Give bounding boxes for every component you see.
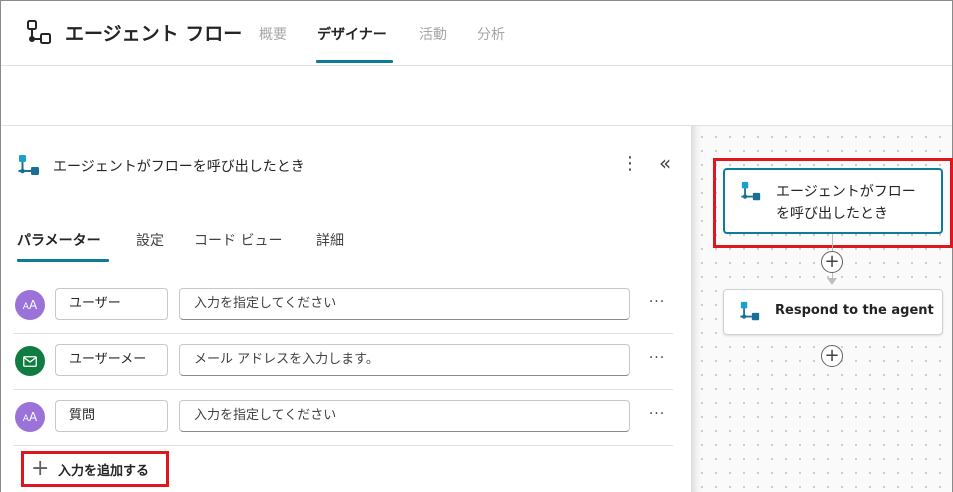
- plus-icon: +: [31, 456, 50, 481]
- input-row-user: AA ユーザー 入力を指定してください ···: [13, 278, 673, 334]
- text-type-icon: AA: [15, 290, 45, 320]
- insert-step-button[interactable]: +: [821, 251, 843, 273]
- more-options-icon[interactable]: ⋮: [621, 154, 639, 174]
- agent-flow-icon: [27, 20, 51, 44]
- input-name-field[interactable]: 質問: [55, 400, 168, 432]
- flow-action-icon: [740, 301, 760, 321]
- input-value-field[interactable]: 入力を指定してください: [179, 400, 630, 432]
- active-tab-indicator: [316, 60, 393, 63]
- respond-node[interactable]: Respond to the agent: [723, 289, 943, 335]
- input-value-field[interactable]: メール アドレスを入力します。: [179, 344, 630, 376]
- collapse-panel-icon[interactable]: «: [659, 152, 679, 174]
- flow-trigger-icon: [741, 181, 761, 201]
- flow-trigger-icon: [18, 155, 39, 175]
- email-type-icon: [15, 346, 45, 376]
- tab-analytics[interactable]: 分析: [477, 24, 505, 44]
- page-title: エージェント フロー: [65, 23, 243, 45]
- input-name-field[interactable]: ユーザーメー: [55, 344, 168, 376]
- flow-canvas[interactable]: エージェントがフロー を呼び出したとき + Respond to the age…: [691, 126, 953, 492]
- input-row-email: ユーザーメー メール アドレスを入力します。 ···: [13, 334, 673, 390]
- add-input-label: 入力を追加する: [58, 464, 150, 479]
- tab-activity[interactable]: 活動: [419, 24, 447, 44]
- trigger-node-label: エージェントがフロー を呼び出したとき: [776, 184, 916, 222]
- input-value-field[interactable]: 入力を指定してください: [179, 288, 630, 320]
- active-panel-tab-indicator: [17, 259, 109, 262]
- respond-node-label: Respond to the agent: [775, 303, 934, 318]
- tab-code-view[interactable]: コード ビュー: [194, 230, 282, 250]
- add-step-button[interactable]: +: [821, 345, 843, 367]
- tab-parameters[interactable]: パラメーター: [17, 230, 101, 250]
- connector-arrow-icon: [827, 278, 837, 285]
- app-header: エージェント フロー 概要 デザイナー 活動 分析: [1, 1, 952, 66]
- row-more-icon[interactable]: ···: [647, 292, 667, 312]
- row-more-icon[interactable]: ···: [647, 404, 667, 424]
- input-row-question: AA 質問 入力を指定してください ···: [13, 390, 673, 446]
- tab-settings[interactable]: 設定: [136, 230, 164, 250]
- row-more-icon[interactable]: ···: [647, 348, 667, 368]
- text-type-icon: AA: [15, 402, 45, 432]
- trigger-node[interactable]: エージェントがフロー を呼び出したとき: [723, 168, 943, 234]
- designer-toolbar: [1, 66, 952, 126]
- tab-overview[interactable]: 概要: [259, 24, 287, 44]
- panel-title: エージェントがフローを呼び出したとき: [53, 159, 305, 175]
- add-input-button[interactable]: + 入力を追加する: [21, 451, 169, 487]
- input-name-field[interactable]: ユーザー: [55, 288, 168, 320]
- tab-designer[interactable]: デザイナー: [317, 24, 387, 44]
- trigger-properties-panel: エージェントがフローを呼び出したとき ⋮ « パラメーター 設定 コード ビュー…: [1, 126, 691, 492]
- tab-details[interactable]: 詳細: [316, 230, 344, 250]
